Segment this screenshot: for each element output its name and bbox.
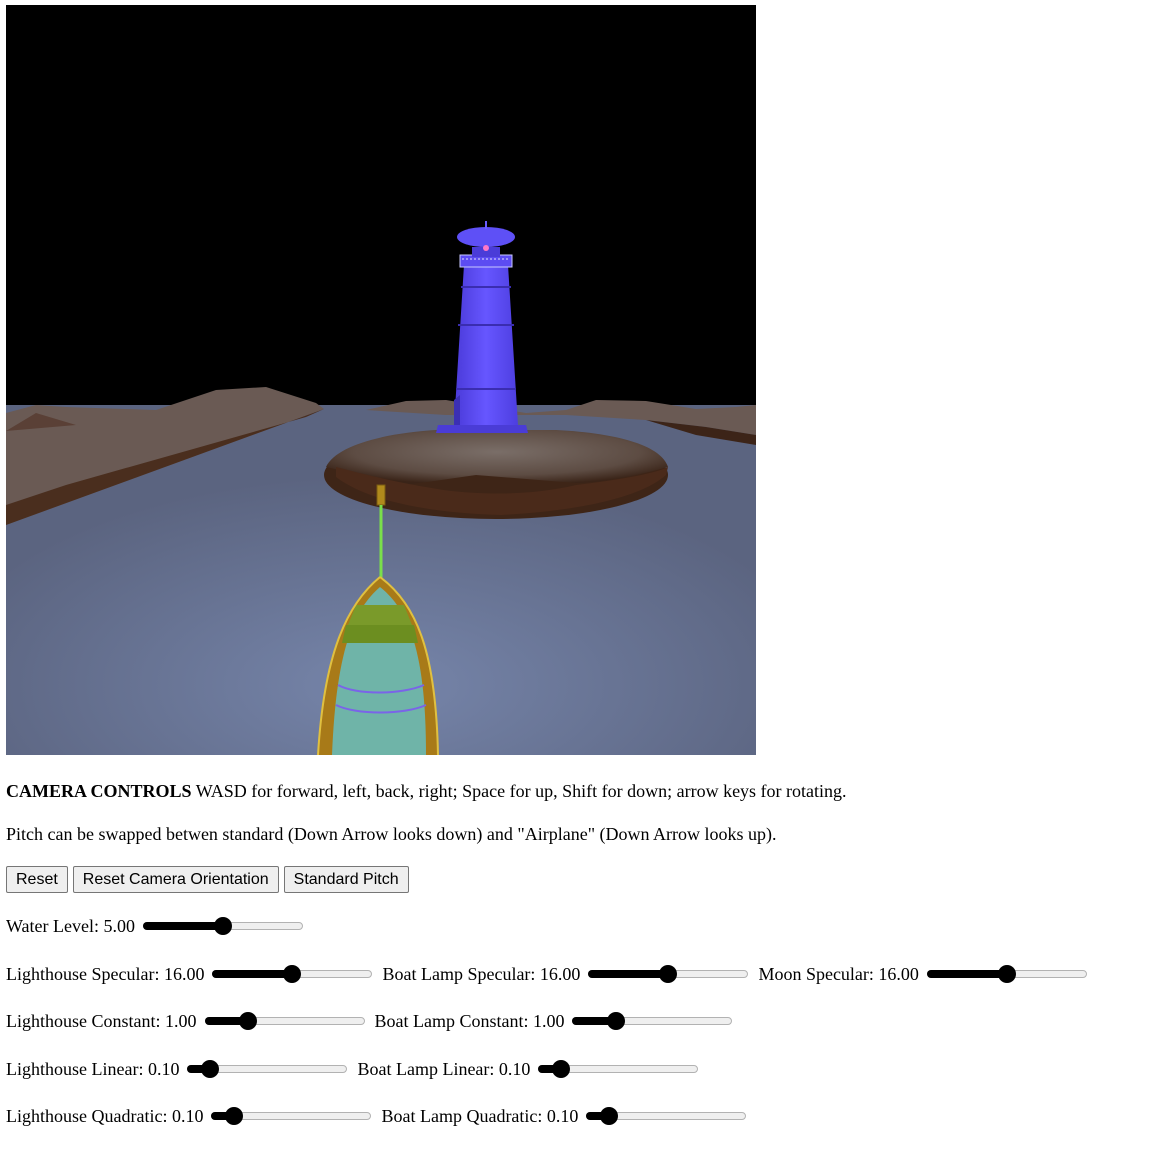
scene-render [6,5,756,755]
camera-controls-text: CAMERA CONTROLS WASD for forward, left, … [6,780,847,802]
camera-controls-description: WASD for forward, left, back, right; Spa… [191,781,847,801]
moon-specular-slider[interactable] [926,964,1087,984]
constant-row: Lighthouse Constant: 1.00 Boat Lamp Cons… [6,1010,733,1032]
lighthouse-quadratic-slider[interactable] [211,1106,372,1126]
pitch-description: Pitch can be swapped betwen standard (Do… [6,824,777,844]
boat-lamp-specular-label: Boat Lamp Specular: 16.00 [382,964,581,984]
reset-camera-orientation-button[interactable]: Reset Camera Orientation [72,866,279,893]
reset-button[interactable]: Reset [6,866,68,893]
specular-row: Lighthouse Specular: 16.00 Boat Lamp Spe… [6,963,1087,985]
lighthouse-constant-slider[interactable] [204,1011,365,1031]
lighthouse-linear-label: Lighthouse Linear: 0.10 [6,1059,180,1079]
slider-knob[interactable] [238,1012,257,1030]
boat-lamp-linear-slider[interactable] [538,1059,699,1079]
slider-knob[interactable] [283,965,302,983]
boat-lamp-specular-slider[interactable] [588,964,749,984]
slider-knob[interactable] [224,1107,243,1125]
slider-knob[interactable] [200,1060,219,1078]
moon-specular-label: Moon Specular: 16.00 [758,964,919,984]
boat-lamp-constant-slider[interactable] [572,1011,733,1031]
lighthouse-constant-label: Lighthouse Constant: 1.00 [6,1011,197,1031]
island [324,430,668,519]
standard-pitch-button[interactable]: Standard Pitch [283,866,409,893]
lighthouse-quadratic-label: Lighthouse Quadratic: 0.10 [6,1106,204,1126]
boat-lamp-constant-label: Boat Lamp Constant: 1.00 [374,1011,565,1031]
scene-canvas[interactable] [6,5,756,755]
sky [6,5,756,410]
linear-row: Lighthouse Linear: 0.10 Boat Lamp Linear… [6,1058,699,1080]
boat-lamp-quadratic-slider[interactable] [586,1106,747,1126]
water-level-label: Water Level: 5.00 [6,916,135,936]
slider-knob[interactable] [214,917,232,935]
slider-knob[interactable] [599,1107,618,1125]
water-level-slider[interactable] [143,916,303,936]
lighthouse-specular-label: Lighthouse Specular: 16.00 [6,964,205,984]
slider-knob[interactable] [551,1060,570,1078]
button-row: Reset Reset Camera Orientation Standard … [6,866,409,893]
slider-knob[interactable] [997,965,1016,983]
lighthouse-linear-slider[interactable] [187,1059,348,1079]
slider-knob[interactable] [659,965,678,983]
lighthouse-specular-slider[interactable] [212,964,373,984]
boat-lamp-quadratic-label: Boat Lamp Quadratic: 0.10 [381,1106,579,1126]
quadratic-row: Lighthouse Quadratic: 0.10 Boat Lamp Qua… [6,1105,747,1127]
slider-knob[interactable] [606,1012,625,1030]
boat-lamp-linear-label: Boat Lamp Linear: 0.10 [357,1059,531,1079]
camera-controls-heading: CAMERA CONTROLS [6,781,192,801]
water-level-row: Water Level: 5.00 [6,915,303,937]
